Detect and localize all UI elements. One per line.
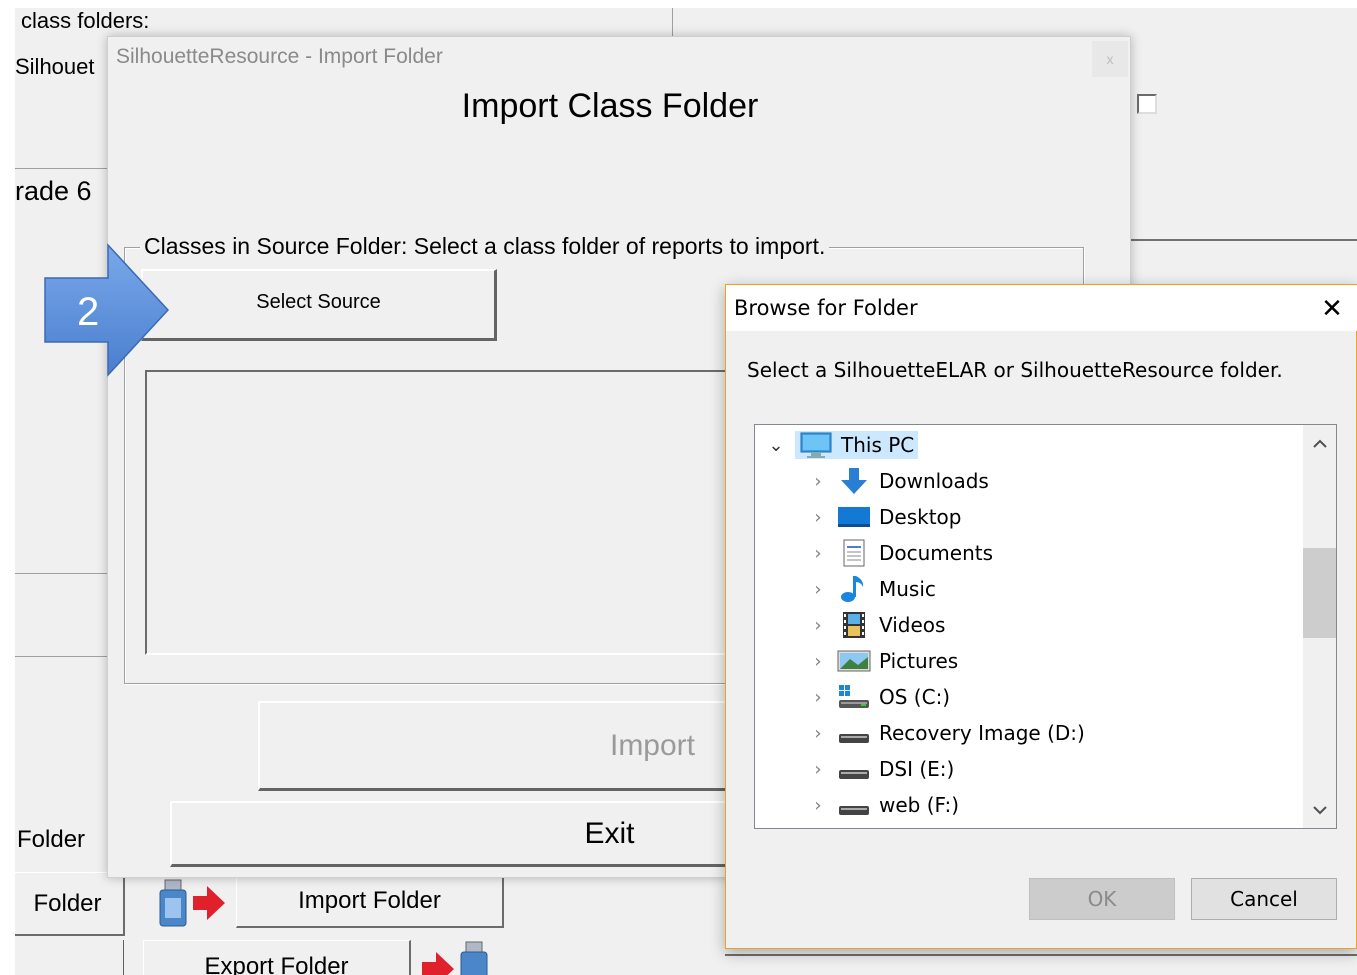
silhouette-label: Silhouet [15,54,95,79]
divider [672,8,673,38]
tree-item-label: Desktop [879,505,962,529]
background-checkbox[interactable] [1137,94,1157,114]
tree-item-dsi-e[interactable]: › DSI (E:) [809,752,954,786]
chevron-right-icon[interactable]: › [809,795,827,816]
ok-button-label: OK [1087,887,1117,911]
folder-tree[interactable]: ⌄ This PC › Downloads › Desktop › Docume… [754,424,1337,829]
tree-item-videos[interactable]: › Videos [809,608,945,642]
tree-item-music[interactable]: › Music [809,572,936,606]
desktop-icon [837,503,871,531]
drive-icon [837,755,871,783]
tree-item-pictures[interactable]: › Pictures [809,644,958,678]
pictures-icon [837,647,871,675]
tree-item-recovery-d[interactable]: › Recovery Image (D:) [809,716,1085,750]
tree-item-desktop[interactable]: › Desktop [809,500,961,534]
close-icon: ✕ [1321,294,1343,324]
tree-scrollbar[interactable] [1303,425,1336,828]
computer-icon [799,431,833,459]
tree-item-label: Music [879,577,936,601]
tree-item-downloads[interactable]: › Downloads [809,464,989,498]
divider [123,940,124,975]
import-folder-button-label: Import Folder [298,886,441,914]
export-folder-button-label: Export Folder [204,953,349,975]
drive-icon [837,791,871,819]
divider [15,656,115,657]
callout-number: 2 [77,290,100,334]
music-icon [837,575,871,603]
chevron-right-icon[interactable]: › [809,471,827,492]
chevron-right-icon[interactable]: › [809,759,827,780]
browse-dialog-title: Browse for Folder [734,296,918,320]
drive-icon [837,719,871,747]
scroll-down-icon[interactable] [1303,793,1336,827]
import-button-label: Import [609,728,696,762]
import-dialog-close-button[interactable]: x [1092,41,1128,77]
import-dialog-title: SilhouetteResource - Import Folder [116,45,443,68]
browse-instruction: Select a SilhouetteELAR or SilhouetteRes… [747,358,1283,382]
tree-item-web-f[interactable]: › web (F:) [809,788,959,822]
close-icon: x [1106,51,1114,67]
divider [725,954,1357,956]
tree-item-label: Recovery Image (D:) [879,721,1085,745]
chevron-right-icon[interactable]: › [809,651,827,672]
export-folder-button[interactable]: Export Folder [143,940,411,975]
exit-button-label: Exit [584,816,635,850]
chevron-right-icon[interactable]: › [809,723,827,744]
tree-item-label: Documents [879,541,994,565]
chevron-right-icon[interactable]: › [809,543,827,564]
tree-item-label: DSI (E:) [879,757,955,781]
cancel-button[interactable]: Cancel [1191,878,1337,920]
select-source-label: Select Source [256,291,381,313]
browse-dialog-close-button[interactable]: ✕ [1312,291,1352,327]
windows-drive-icon [837,683,871,711]
chevron-right-icon[interactable]: › [809,507,827,528]
cancel-button-label: Cancel [1230,887,1298,911]
scrollbar-thumb[interactable] [1303,548,1336,638]
divider [15,573,115,574]
tree-item-label: web (F:) [879,793,960,817]
chevron-down-icon[interactable]: ⌄ [767,435,785,456]
tree-item-label: Pictures [879,649,959,673]
import-folder-button[interactable]: Import Folder [236,874,504,928]
tree-item-documents[interactable]: › Documents [809,536,993,570]
select-source-button[interactable]: Select Source [141,269,497,341]
videos-icon [837,611,871,639]
usb-import-icon [157,878,229,928]
folder-label: Folder [17,826,86,853]
callout-arrow [40,240,180,380]
chevron-right-icon[interactable]: › [809,579,827,600]
tree-item-label: Videos [879,613,946,637]
usb-export-icon [420,940,492,975]
tree-item-label: This PC [841,433,915,457]
ok-button[interactable]: OK [1029,878,1175,920]
chevron-right-icon[interactable]: › [809,615,827,636]
class-folders-label: class folders: [21,8,150,33]
downloads-icon [837,467,871,495]
tree-item-this-pc[interactable]: ⌄ This PC [767,428,919,462]
documents-icon [837,539,871,567]
scroll-up-icon[interactable] [1303,427,1336,461]
tree-item-os-c[interactable]: › OS (C:) [809,680,950,714]
dialog-heading: Import Class Folder [461,87,759,125]
divider [1131,239,1357,241]
chevron-right-icon[interactable]: › [809,687,827,708]
tree-item-label: Downloads [879,469,989,493]
tree-item-label: OS (C:) [879,685,951,709]
group-label: Classes in Source Folder: Select a class… [140,233,830,260]
browse-for-folder-dialog: Browse for Folder ✕ Select a SilhouetteE… [725,284,1357,949]
grade-label: rade 6 [15,176,92,206]
folder-button-label: Folder [33,889,102,917]
folder-button[interactable]: Folder [15,872,125,936]
